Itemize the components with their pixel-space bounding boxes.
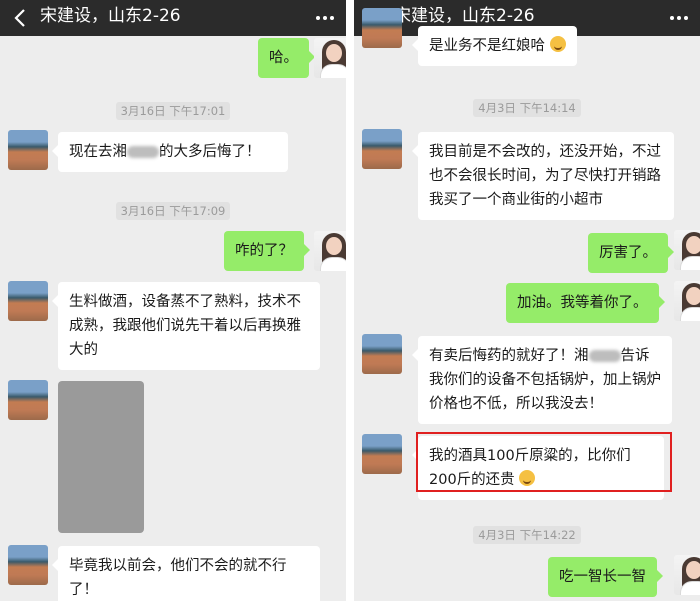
red-highlight-box	[416, 432, 672, 492]
message-bubble-contact[interactable]: 是业务不是红娘哈	[412, 26, 577, 66]
right-chat-screenshot: 宋建设，山东2-26 是业务不是红娘哈 4月3日 下午14:14 我目前是不会改…	[354, 0, 700, 601]
blurred-text	[588, 350, 621, 362]
message-bubble-contact[interactable]: 我目前是不会改的，还没开始，不过也不会很长时间，为了尽快打开销路我买了一个商业街…	[412, 132, 674, 220]
image-message[interactable]	[58, 381, 144, 533]
contact-avatar[interactable]	[8, 281, 48, 321]
more-dots-icon[interactable]	[314, 6, 336, 28]
message-list[interactable]: 是业务不是红娘哈 4月3日 下午14:14 我目前是不会改的，还没开始，不过也不…	[354, 8, 700, 601]
blurred-text	[127, 146, 159, 158]
message-bubble-self[interactable]: 咋的了？	[224, 231, 310, 271]
timestamp: 3月16日 下午17:09	[0, 202, 346, 220]
message-bubble-self[interactable]: 吃一智长一智	[548, 557, 663, 597]
message-list[interactable]: 哈。 3月16日 下午17:01 现在去湘 的大多后悔了！ 3月16日 下午17:…	[0, 36, 346, 601]
smirk-emoji-icon	[549, 36, 566, 52]
message-bubble-self[interactable]: 厉害了。	[588, 233, 674, 273]
message-bubble-contact[interactable]: 有卖后悔药的就好了！湘 告诉我你们的设备不包括锅炉，加上锅炉价格也不低，所以我没去…	[412, 336, 672, 424]
contact-avatar[interactable]	[362, 334, 402, 374]
contact-avatar[interactable]	[362, 434, 402, 474]
contact-avatar[interactable]	[362, 129, 402, 169]
timestamp: 4月3日 下午14:14	[354, 99, 700, 117]
self-avatar[interactable]	[314, 38, 346, 78]
contact-avatar[interactable]	[8, 380, 48, 420]
contact-avatar[interactable]	[8, 545, 48, 585]
message-bubble-self[interactable]: 哈。	[258, 38, 315, 78]
timestamp: 4月3日 下午14:22	[354, 526, 700, 544]
self-avatar[interactable]	[674, 555, 700, 595]
contact-avatar[interactable]	[8, 130, 48, 170]
panel-divider	[346, 0, 354, 601]
self-avatar[interactable]	[674, 230, 700, 270]
chat-header: 宋建设，山东2-26	[0, 0, 346, 36]
back-arrow-icon[interactable]	[10, 6, 32, 30]
more-dots-icon[interactable]	[668, 6, 690, 28]
self-avatar[interactable]	[314, 231, 346, 271]
message-bubble-contact[interactable]: 生料做酒，设备蒸不了熟料，技术不成熟，我跟他们说先干着以后再换雅大的	[52, 282, 320, 370]
message-bubble-contact[interactable]: 毕竟我以前会，他们不会的就不行了！	[52, 546, 320, 601]
message-bubble-self[interactable]: 加油。我等着你了。	[506, 283, 664, 323]
timestamp: 3月16日 下午17:01	[0, 102, 346, 120]
message-bubble-contact[interactable]: 现在去湘 的大多后悔了！	[52, 132, 288, 172]
left-chat-screenshot: 宋建设，山东2-26 哈。 3月16日 下午17:01 现在去湘 的大多后悔了！ …	[0, 0, 346, 601]
chat-title: 宋建设，山东2-26	[40, 6, 181, 26]
contact-avatar[interactable]	[362, 8, 402, 48]
chat-title: 宋建设，山东2-26	[394, 6, 535, 26]
self-avatar[interactable]	[674, 281, 700, 321]
